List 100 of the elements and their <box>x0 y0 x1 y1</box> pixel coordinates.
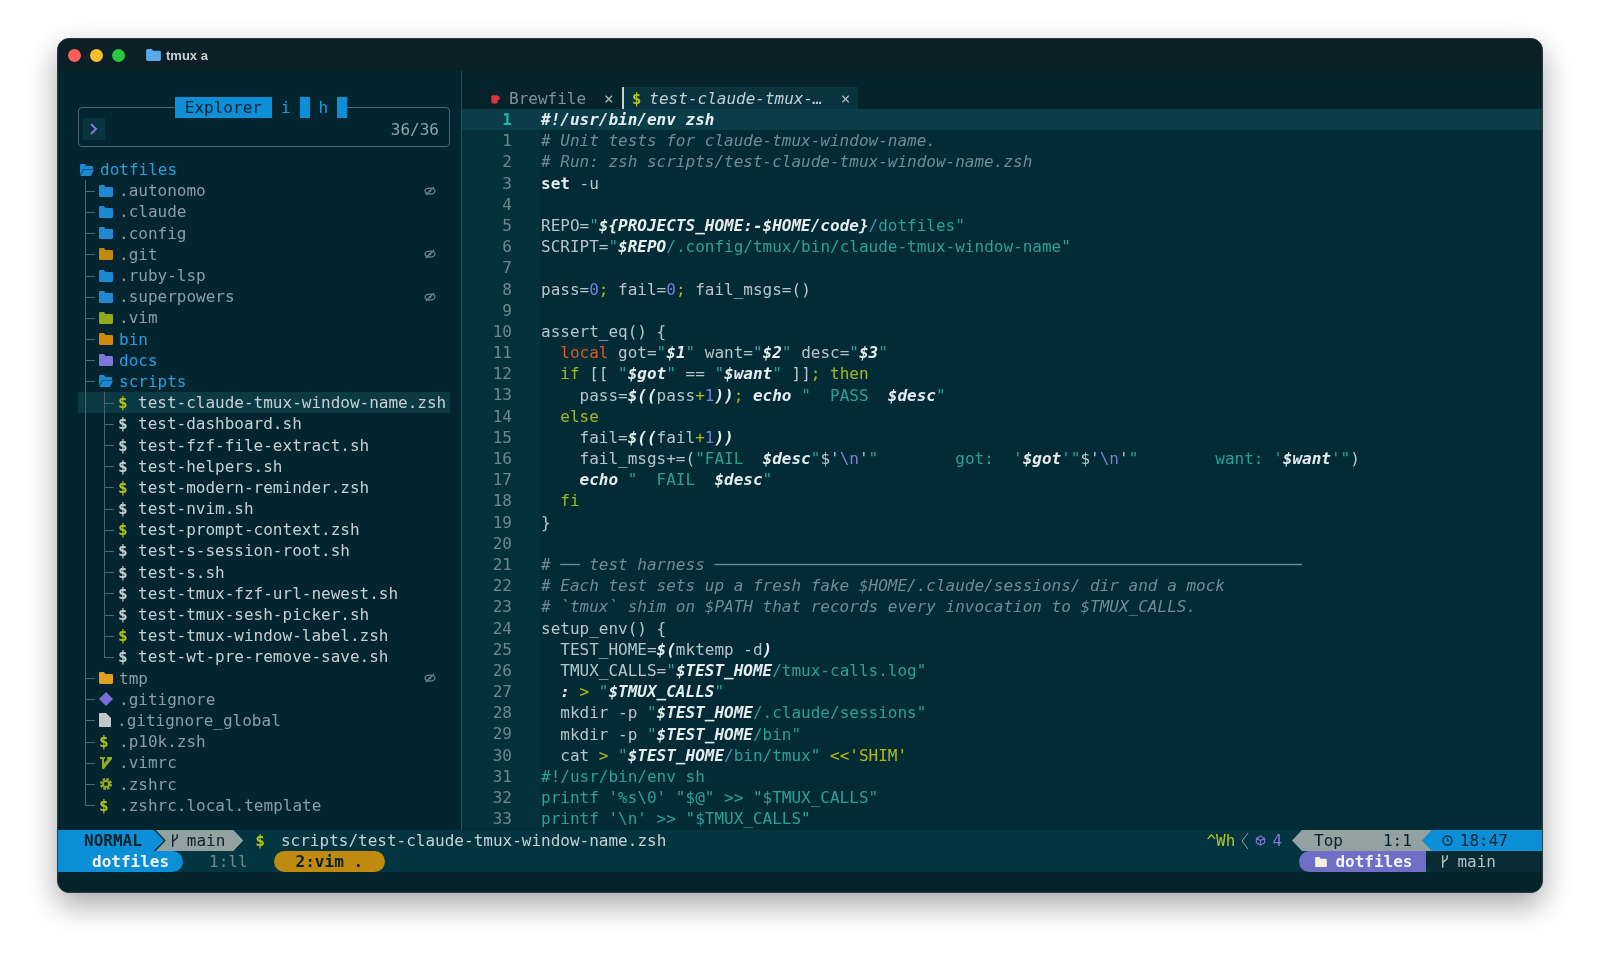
file-name: test-fzf-file-extract.sh <box>138 435 371 455</box>
dollar-icon: $ <box>118 562 132 582</box>
tree-item[interactable]: $ test-fzf-file-extract.sh <box>78 434 450 456</box>
line-number: 2 <box>462 151 540 173</box>
editor-tab[interactable]: Brewfile × <box>482 87 622 109</box>
file-name: .gitignore <box>119 689 217 709</box>
tree-item[interactable]: $ test-tmux-sesh-picker.sh <box>78 603 450 626</box>
file-name: .superpowers <box>119 287 236 307</box>
close-window-icon[interactable] <box>68 48 81 62</box>
editor-tab[interactable]: $ test-claude-tmux-… × <box>621 87 859 109</box>
file-name: test-tmux-sesh-picker.sh <box>138 605 371 625</box>
dollar-icon: $ <box>118 499 132 519</box>
code-text: setup_env() { <box>540 618 667 638</box>
tree-item[interactable]: bin <box>78 328 450 350</box>
tree-item[interactable]: .vim <box>78 307 450 329</box>
tree-item[interactable]: $ test-claude-tmux-window-name.zsh <box>78 392 450 414</box>
file-name: bin <box>119 329 149 349</box>
dollar-icon: $ <box>118 414 132 434</box>
line-number: 27 <box>462 681 540 703</box>
file-name: test-dashboard.sh <box>138 414 303 434</box>
line-number: 28 <box>462 702 540 724</box>
toggle-key[interactable]: h <box>309 97 338 118</box>
tree-item[interactable]: $ test-modern-reminder.zsh <box>78 476 450 498</box>
file-name: docs <box>119 350 159 370</box>
file-name: .zshrc <box>119 774 178 794</box>
tree-item[interactable]: $ .zshrc.local.template <box>78 794 450 816</box>
close-tab-button[interactable]: × <box>840 88 851 108</box>
tmux-window-tab[interactable]: 1:ll <box>197 851 260 872</box>
dollar-icon: $ <box>118 583 132 603</box>
tmux-window-tab[interactable]: 2:vim . <box>273 851 386 872</box>
code-text: assert_eq() { <box>540 321 667 341</box>
tree-item[interactable]: $ test-prompt-context.zsh <box>78 519 450 541</box>
line-number: 15 <box>462 426 540 448</box>
code-text: TEST_HOME=$(mktemp -d) <box>559 639 773 659</box>
match-count: 36/36 <box>390 119 439 139</box>
branch-name: main <box>186 830 226 851</box>
file-name: .ruby-lsp <box>119 266 207 286</box>
toggle-indicator-icon <box>299 97 310 118</box>
code-text: # Unit tests for claude-tmux-window-name. <box>540 131 936 151</box>
tree-item[interactable]: $ .p10k.zsh <box>78 731 450 753</box>
dollar-icon: $ <box>118 626 132 646</box>
line-number: 9 <box>462 299 540 321</box>
tree-item[interactable]: .git <box>78 243 450 265</box>
tree-item[interactable]: $ test-nvim.sh <box>78 498 450 520</box>
branch-icon <box>1440 855 1450 868</box>
tree-item[interactable]: .autonomo <box>78 180 450 202</box>
minimize-window-icon[interactable] <box>90 48 103 62</box>
file-name: .git <box>119 244 159 264</box>
file-name: test-tmux-window-label.zsh <box>138 626 390 646</box>
tree-item[interactable]: docs <box>78 349 450 371</box>
file-name: test-claude-tmux-window-name.zsh <box>138 393 447 413</box>
zoom-window-icon[interactable] <box>112 48 125 62</box>
folder-icon <box>1315 856 1328 867</box>
tree-item[interactable]: .gitignore_global <box>78 709 450 732</box>
dollar-icon: $ <box>118 605 132 625</box>
line-number: 17 <box>462 469 540 491</box>
line-number: 29 <box>462 723 540 745</box>
tree-item[interactable]: .gitignore <box>78 688 450 710</box>
tree-item[interactable]: $ test-tmux-fzf-url-newest.sh <box>78 582 450 604</box>
line-number: 11 <box>462 342 540 364</box>
dollar-icon: $ <box>118 435 132 455</box>
dollar-icon: $ <box>118 477 132 497</box>
dollar-icon: $ <box>118 647 132 667</box>
folder-icon <box>146 49 161 61</box>
file-name: test-wt-pre-remove-save.sh <box>138 647 390 667</box>
tree-item[interactable]: $ test-s.sh <box>78 561 450 583</box>
tree-item[interactable]: .claude <box>78 201 450 223</box>
tree-item[interactable]: $ test-helpers.sh <box>78 455 450 477</box>
code-text: # Run: zsh scripts/test-claude-tmux-window-name.zsh <box>540 152 1033 172</box>
tree-item[interactable]: tmp <box>78 667 450 689</box>
chevron-left-icon <box>1241 831 1250 850</box>
line-number: 31 <box>462 765 540 787</box>
line-number: 18 <box>462 490 540 512</box>
tree-item[interactable]: $ test-dashboard.sh <box>78 413 450 435</box>
code-text: #!/usr/bin/env zsh <box>540 110 715 130</box>
code-text: fail_msgs+=("FAIL $desc"$'\n'" got: '$got'"$'\n'" want: '$want'") <box>578 449 1360 469</box>
cursor-position: 1:1 <box>1382 830 1412 851</box>
scroll-position: Top <box>1314 830 1343 851</box>
tree-item[interactable]: scripts <box>78 370 450 393</box>
tree-item[interactable]: .config <box>78 222 450 244</box>
line-number: 22 <box>462 575 540 597</box>
folder-name: dotfiles <box>1335 851 1413 872</box>
close-tab-button[interactable]: × <box>604 88 614 108</box>
line-number: 19 <box>462 511 540 533</box>
tree-item[interactable]: $ test-wt-pre-remove-save.sh <box>78 646 450 668</box>
dollar-icon: $ <box>118 520 132 540</box>
line-number: 5 <box>462 214 540 237</box>
diagnostic-count: 4 <box>1272 831 1282 850</box>
session-name: dotfiles <box>58 851 184 872</box>
tree-item[interactable]: $ test-s-session-root.sh <box>78 540 450 562</box>
explorer-filter-field[interactable]: Explorer i h 36/36 <box>78 97 450 147</box>
tree-item[interactable]: $ test-tmux-window-label.zsh <box>78 625 450 647</box>
tree-item[interactable]: .vimrc <box>78 752 450 774</box>
tree-item[interactable]: .superpowers <box>78 286 450 308</box>
tree-item[interactable]: dotfiles <box>78 159 450 181</box>
code-text: # `tmux` shim on $PATH that records every invocation to $TMUX_CALLS. <box>540 597 1197 617</box>
tree-item[interactable]: .zshrc <box>78 773 450 795</box>
tree-item[interactable]: .ruby-lsp <box>78 264 450 287</box>
toggle-key[interactable]: i <box>271 97 300 118</box>
explorer-title: Explorer <box>174 97 272 118</box>
